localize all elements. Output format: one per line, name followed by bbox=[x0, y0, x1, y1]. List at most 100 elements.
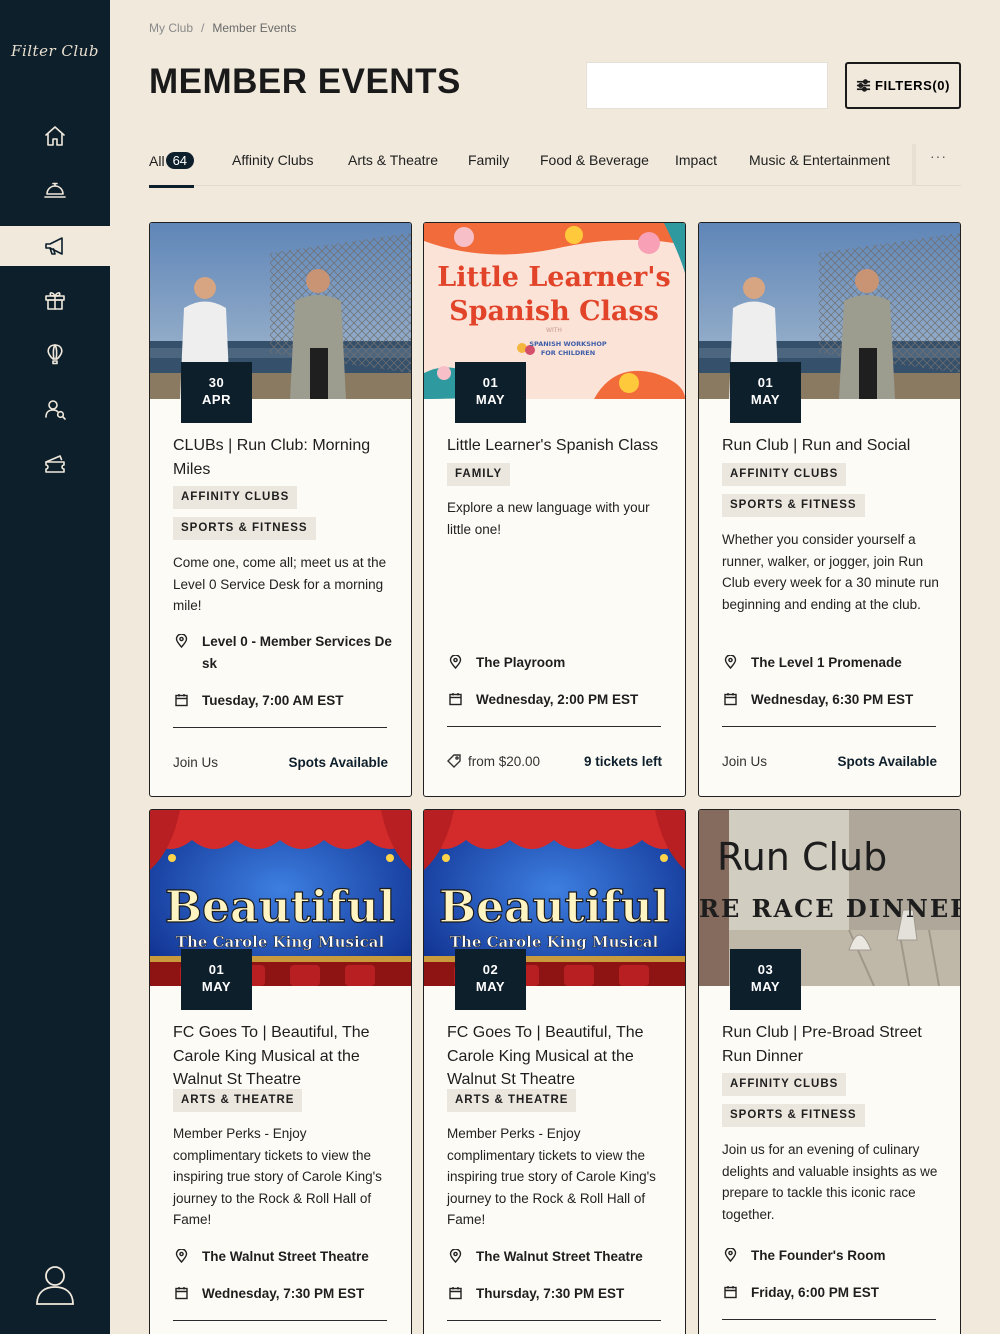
event-card[interactable]: Little Learner's Spanish Class WITH SPAN… bbox=[423, 222, 686, 797]
tab-arts-theatre[interactable]: Arts & Theatre bbox=[348, 152, 438, 168]
event-title[interactable]: FC Goes To | Beautiful, The Carole King … bbox=[173, 1021, 393, 1092]
poster-line1: Beautiful bbox=[439, 882, 669, 933]
date-badge: 02 MAY bbox=[455, 949, 526, 1010]
poster-line1: Run Club bbox=[717, 835, 887, 879]
datetime-text: Wednesday, 2:00 PM EST bbox=[476, 692, 639, 707]
megaphone-icon[interactable] bbox=[0, 226, 110, 266]
price-tag-icon bbox=[447, 754, 461, 768]
date-day: 01 bbox=[757, 375, 774, 390]
event-title[interactable]: CLUBs | Run Club: Morning Miles bbox=[173, 434, 393, 481]
tag-arts-theatre: ARTS & THEATRE bbox=[447, 1089, 577, 1112]
event-title[interactable]: Run Club | Run and Social bbox=[722, 434, 942, 458]
event-datetime: Wednesday, 2:00 PM EST bbox=[447, 689, 667, 711]
filters-button[interactable]: FILTERS(0) bbox=[845, 62, 961, 109]
join-us-link[interactable]: Join Us bbox=[173, 755, 218, 770]
divider bbox=[722, 1319, 936, 1320]
club-logo[interactable]: Filter Club bbox=[0, 42, 110, 60]
date-month: MAY bbox=[475, 979, 506, 994]
divider bbox=[447, 726, 661, 727]
tab-all[interactable]: All 64 bbox=[149, 152, 195, 188]
location-pin-icon bbox=[175, 634, 188, 648]
date-month: MAY bbox=[201, 979, 232, 994]
divider bbox=[722, 726, 936, 727]
tag-sports-fitness: SPORTS & FITNESS bbox=[722, 1104, 865, 1127]
members-icon[interactable] bbox=[0, 389, 110, 429]
calendar-icon bbox=[724, 1286, 737, 1299]
location-pin-icon bbox=[449, 655, 462, 669]
event-card[interactable]: Beautiful The Carole King Musical 02 MAY… bbox=[423, 809, 686, 1334]
event-card[interactable]: 01 MAY Run Club | Run and Social AFFINIT… bbox=[698, 222, 961, 797]
event-location: The Level 1 Promenade bbox=[722, 652, 942, 674]
date-day: 01 bbox=[208, 962, 225, 977]
balloon-icon[interactable] bbox=[0, 334, 110, 374]
tab-count-badge: 64 bbox=[165, 152, 195, 169]
event-datetime: Friday, 6:00 PM EST bbox=[722, 1282, 942, 1304]
location-text: The Founder's Room bbox=[751, 1248, 886, 1263]
event-location: The Playroom bbox=[447, 652, 667, 674]
sidebar: Filter Club bbox=[0, 0, 110, 1334]
home-icon[interactable] bbox=[0, 116, 110, 156]
event-description: Member Perks - Enjoy complimentary ticke… bbox=[173, 1126, 382, 1227]
gift-icon[interactable] bbox=[0, 280, 110, 320]
join-us-link[interactable]: Join Us bbox=[722, 754, 767, 769]
datetime-text: Tuesday, 7:00 AM EST bbox=[202, 693, 344, 708]
date-day: 03 bbox=[757, 962, 774, 977]
date-badge: 01 MAY bbox=[730, 362, 801, 423]
more-tabs-icon[interactable]: ··· bbox=[930, 148, 947, 164]
concierge-icon[interactable] bbox=[0, 170, 110, 210]
divider bbox=[447, 1320, 661, 1321]
poster-small2: SPANISH WORKSHOP bbox=[529, 340, 607, 348]
user-icon[interactable] bbox=[30, 1262, 80, 1308]
event-card[interactable]: Beautiful The Carole King Musical 01 MAY… bbox=[149, 809, 412, 1334]
calendar-icon bbox=[175, 1287, 188, 1300]
event-title[interactable]: FC Goes To | Beautiful, The Carole King … bbox=[447, 1021, 667, 1092]
date-month: MAY bbox=[475, 392, 506, 407]
divider bbox=[173, 1320, 387, 1321]
availability-status: Spots Available bbox=[288, 755, 388, 770]
poster-small3: FOR CHILDREN bbox=[541, 349, 595, 357]
category-tabs: All 64 Affinity Clubs Arts & Theatre Fami… bbox=[149, 144, 961, 188]
event-card[interactable]: 30 APR CLUBs | Run Club: Morning Miles A… bbox=[149, 222, 412, 797]
calendar-icon bbox=[449, 693, 462, 706]
tab-family[interactable]: Family bbox=[468, 152, 509, 168]
tab-affinity-clubs[interactable]: Affinity Clubs bbox=[232, 152, 313, 168]
datetime-text: Wednesday, 7:30 PM EST bbox=[202, 1286, 365, 1301]
breadcrumb: My Club / Member Events bbox=[149, 21, 296, 35]
breadcrumb-my-club[interactable]: My Club bbox=[149, 21, 193, 35]
tag-affinity-clubs: AFFINITY CLUBS bbox=[722, 463, 847, 486]
location-pin-icon bbox=[724, 1248, 737, 1262]
datetime-text: Thursday, 7:30 PM EST bbox=[476, 1286, 625, 1301]
poster-line1: Beautiful bbox=[165, 882, 395, 933]
event-title[interactable]: Little Learner's Spanish Class bbox=[447, 434, 667, 458]
price-label: from $20.00 bbox=[447, 754, 540, 769]
event-card[interactable]: Run Club RE RACE DINNER 03 MAY Run Club … bbox=[698, 809, 961, 1334]
calendar-icon bbox=[175, 694, 188, 707]
tag-affinity-clubs: AFFINITY CLUBS bbox=[173, 486, 298, 509]
event-description: Explore a new language with your little … bbox=[447, 500, 650, 537]
event-title[interactable]: Run Club | Pre-Broad Street Run Dinner bbox=[722, 1021, 942, 1068]
event-location: Level 0 - Member Services De sk bbox=[173, 631, 393, 674]
calendar-icon bbox=[449, 1287, 462, 1300]
event-datetime: Wednesday, 7:30 PM EST bbox=[173, 1283, 393, 1305]
event-location: The Walnut Street Theatre bbox=[173, 1246, 393, 1268]
tab-impact[interactable]: Impact bbox=[675, 152, 717, 168]
event-description: Member Perks - Enjoy complimentary ticke… bbox=[447, 1126, 656, 1227]
event-location: The Walnut Street Theatre bbox=[447, 1246, 667, 1268]
tab-food-beverage[interactable]: Food & Beverage bbox=[540, 152, 649, 168]
search-input[interactable] bbox=[586, 62, 828, 109]
breadcrumb-member-events: Member Events bbox=[212, 21, 297, 35]
ticket-icon[interactable] bbox=[0, 444, 110, 484]
event-location: The Founder's Room bbox=[722, 1245, 942, 1267]
tag-arts-theatre: ARTS & THEATRE bbox=[173, 1089, 303, 1112]
location-text: Level 0 - Member Services De sk bbox=[202, 634, 392, 671]
filters-label: FILTERS(0) bbox=[874, 78, 951, 93]
poster-line2: RE RACE DINNER bbox=[699, 894, 960, 923]
divider bbox=[173, 727, 387, 728]
price-text: from $20.00 bbox=[468, 754, 541, 769]
event-description: Join us for an evening of culinary delig… bbox=[722, 1142, 938, 1222]
tab-scroll-divider bbox=[912, 144, 916, 186]
tab-music-entertainment[interactable]: Music & Entertainment bbox=[749, 152, 890, 168]
tickets-left: 9 tickets left bbox=[583, 754, 662, 769]
location-text: The Playroom bbox=[476, 655, 566, 670]
tab-label: All bbox=[149, 153, 165, 169]
